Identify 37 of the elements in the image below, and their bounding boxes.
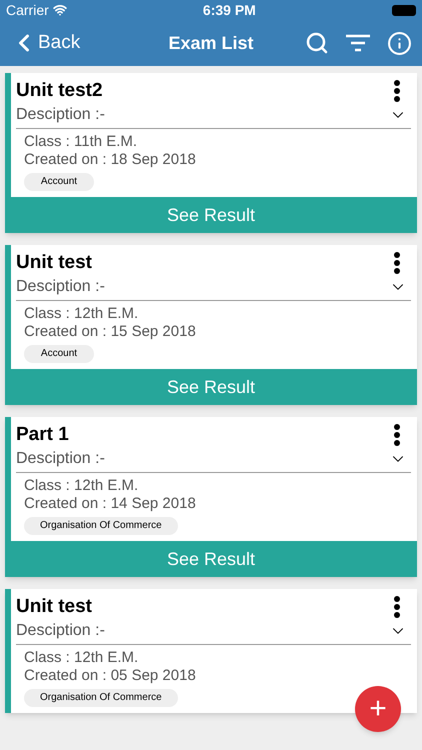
carrier-label: Carrier [6, 0, 49, 20]
class-text: Class : 12th E.M. [24, 305, 138, 323]
subject-tag: Organisation Of Commerce [24, 517, 178, 535]
screen-title: Exam List [168, 32, 254, 54]
subject-tag: Account [24, 173, 94, 191]
wifi-icon [52, 3, 67, 17]
created-date: Created on : 18 Sep 2018 [24, 151, 196, 169]
see-result-button[interactable]: See Result [5, 197, 417, 233]
more-icon[interactable] [393, 596, 401, 618]
more-icon[interactable] [393, 424, 401, 446]
see-result-button[interactable]: See Result [5, 541, 417, 577]
exam-title: Unit test [16, 595, 92, 619]
exam-title: Unit test2 [16, 79, 103, 103]
battery-icon [392, 4, 416, 16]
exam-title: Part 1 [16, 423, 69, 447]
more-icon[interactable] [393, 80, 401, 102]
info-icon[interactable] [387, 30, 412, 56]
subject-tag: Organisation Of Commerce [24, 689, 178, 707]
exam-title: Unit test [16, 251, 92, 275]
description-label: Desciption :- [16, 277, 105, 297]
created-date: Created on : 14 Sep 2018 [24, 495, 196, 513]
class-text: Class : 11th E.M. [24, 133, 138, 151]
class-text: Class : 12th E.M. [24, 477, 138, 495]
class-text: Class : 12th E.M. [24, 649, 138, 667]
created-date: Created on : 15 Sep 2018 [24, 323, 196, 341]
add-button[interactable]: + [355, 686, 401, 732]
status-time: 6:39 PM [202, 0, 256, 20]
subject-tag: Account [24, 345, 94, 363]
filter-icon[interactable] [345, 33, 371, 53]
created-date: Created on : 05 Sep 2018 [24, 667, 196, 685]
back-button[interactable]: Back [10, 28, 80, 58]
description-label: Desciption :- [16, 621, 105, 641]
more-icon[interactable] [393, 252, 401, 274]
description-label: Desciption :- [16, 449, 105, 469]
description-label: Desciption :- [16, 105, 105, 125]
search-icon[interactable] [305, 31, 329, 55]
see-result-button[interactable]: See Result [5, 369, 417, 405]
